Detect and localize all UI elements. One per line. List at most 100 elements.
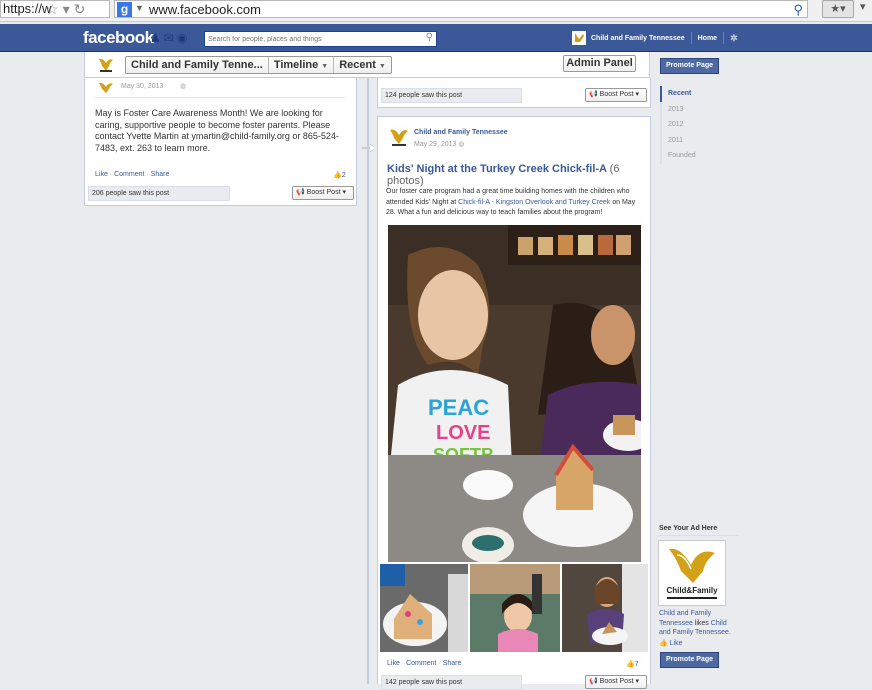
page-header-strip: Child and Family Tenne... Timeline ▼ Rece…	[84, 52, 650, 78]
notifications-icon[interactable]: ◉	[177, 31, 187, 45]
post-date: May 29, 2013 ◍	[414, 140, 464, 148]
admin-panel-button[interactable]: Admin Panel	[563, 55, 636, 72]
album-title: Kids' Night at the Turkey Creek Chick-fi…	[387, 163, 643, 187]
reload-icon[interactable]: ↻	[74, 1, 86, 17]
boost-label: Boost Post	[306, 189, 341, 196]
top-bar-right: Child and Family Tennessee Home ✲	[572, 30, 738, 46]
post-date-text[interactable]: May 29, 2013	[414, 141, 456, 148]
divider	[723, 32, 725, 44]
like-count-value: 7	[634, 661, 639, 668]
divider	[690, 32, 692, 44]
year-founded[interactable]: Founded	[662, 148, 740, 164]
foster-care-post: May 30, 2013 ◍ May is Foster Care Awaren…	[84, 78, 357, 206]
share-link[interactable]: Share	[151, 171, 170, 178]
boost-post-button[interactable]: 📢 Boost Post ▾	[292, 186, 354, 200]
search-icon[interactable]: ⚲	[793, 2, 803, 18]
timeline-spine	[367, 78, 369, 684]
chevron-down-icon: ▼	[378, 63, 386, 70]
chevron-down-icon: ▾	[635, 91, 639, 98]
like-count-value: 2	[341, 172, 346, 179]
comment-link[interactable]: Comment	[406, 660, 436, 667]
address-url[interactable]: www.facebook.com	[149, 1, 261, 18]
page-name-link[interactable]: Child and Family Tennessee	[591, 35, 685, 42]
svg-text:Child&Family: Child&Family	[666, 586, 718, 595]
nav-icons: ☆ ▾ ↻	[46, 1, 89, 18]
like-count[interactable]: 👍2	[333, 171, 346, 179]
ad-likes-text: likes	[692, 619, 711, 627]
boost-post-button[interactable]: 📢 Boost Post ▾	[585, 88, 647, 102]
facebook-logo[interactable]: facebook	[83, 28, 154, 48]
post-author[interactable]: Child and Family Tennessee	[414, 129, 508, 136]
reach-counter[interactable]: 142 people saw this post	[381, 675, 522, 690]
thumbs-up-icon: 👍	[333, 172, 342, 179]
search-input[interactable]	[205, 32, 415, 47]
messages-icon[interactable]: ✉	[164, 31, 174, 45]
boost-label: Boost Post	[599, 91, 634, 98]
promote-page-button[interactable]: Promote Page	[660, 652, 719, 668]
recent-label: Recent	[339, 59, 376, 71]
boost-post-button[interactable]: 📢 Boost Post ▾	[585, 675, 647, 689]
share-link[interactable]: Share	[443, 660, 462, 667]
breadcrumb-page-name[interactable]: Child and Family Tenne...	[126, 57, 269, 73]
svg-text:PEAC: PEAC	[428, 395, 489, 420]
ad-logo-image[interactable]: Child&Family	[658, 540, 726, 606]
gear-icon[interactable]: ✲	[730, 33, 738, 44]
search-icon[interactable]: ⚲	[426, 32, 433, 43]
post-caption: Our foster care program had a great time…	[386, 187, 646, 219]
chevron-down-icon[interactable]: ▼	[135, 3, 144, 13]
globe-icon[interactable]: ◍	[458, 141, 464, 148]
dropdown-icon[interactable]: ▾	[63, 1, 70, 17]
thumbs-up-icon: 👍	[659, 640, 668, 647]
page-thumbnail[interactable]	[572, 31, 586, 45]
year-2013[interactable]: 2013	[662, 102, 740, 118]
comment-link[interactable]: Comment	[114, 171, 144, 178]
friend-requests-icon[interactable]: ♟	[150, 31, 161, 45]
bookmarks-button[interactable]: ★▾	[822, 0, 854, 18]
previous-post-footer: 124 people saw this post 📢 Boost Post ▾	[377, 78, 651, 108]
breadcrumb: Child and Family Tenne... Timeline ▼ Rece…	[125, 56, 392, 74]
ad-heading[interactable]: See Your Ad Here	[659, 525, 717, 532]
divider	[659, 535, 739, 536]
timeline-label: Timeline	[273, 59, 319, 71]
reach-counter[interactable]: 206 people saw this post	[88, 186, 230, 201]
post-text: May is Foster Care Awareness Month! We a…	[95, 108, 339, 154]
chevron-down-icon: ▼	[321, 63, 329, 70]
timeline-connector	[362, 144, 374, 152]
location-link[interactable]: Chick-fil-A - Kingston Overlook and Turk…	[458, 199, 610, 206]
main-photo[interactable]: PEAC LOVE SOFTB	[388, 225, 641, 562]
post-actions: Like · Comment · Share	[387, 660, 462, 667]
photo-thumbnail[interactable]	[562, 564, 648, 652]
promote-page-button[interactable]: Promote Page	[660, 58, 719, 74]
reach-counter[interactable]: 124 people saw this post	[381, 88, 522, 103]
address-bar[interactable]: g ▼ www.facebook.com ⚲	[114, 0, 808, 18]
google-icon: g	[117, 2, 132, 17]
like-link[interactable]: Like	[95, 171, 108, 178]
page-logo[interactable]	[97, 81, 115, 95]
like-link[interactable]: Like	[387, 660, 400, 667]
ad-text: Child and Family Tennessee likes Child a…	[659, 609, 737, 638]
photo-thumbnail[interactable]	[470, 564, 560, 652]
ad-like-link[interactable]: 👍 Like	[659, 639, 683, 647]
like-count[interactable]: 👍7	[626, 660, 639, 668]
year-2011[interactable]: 2011	[662, 133, 740, 149]
megaphone-icon: 📢	[296, 189, 305, 196]
globe-icon[interactable]: ◍	[180, 82, 186, 90]
chevron-down-icon: ▾	[342, 189, 346, 196]
timeline-year-nav: Recent 2013 2012 2011 Founded	[660, 86, 740, 164]
album-title-link[interactable]: Kids' Night at the Turkey Creek Chick-fi…	[387, 163, 607, 175]
facebook-top-bar: facebook ♟✉◉ ⚲ Child and Family Tennesse…	[0, 24, 872, 52]
search-box[interactable]: ⚲	[204, 31, 437, 47]
post-date[interactable]: May 30, 2013	[121, 83, 163, 90]
home-link[interactable]: Home	[698, 35, 717, 42]
chevron-down-icon[interactable]: ▾	[860, 0, 872, 18]
year-recent[interactable]: Recent	[660, 86, 740, 102]
ad-like-label: Like	[669, 640, 683, 647]
timeline-dropdown[interactable]: Timeline ▼	[269, 57, 335, 73]
photo-thumbnail[interactable]	[380, 564, 468, 652]
year-2012[interactable]: 2012	[662, 117, 740, 133]
recent-dropdown[interactable]: Recent ▼	[334, 57, 391, 73]
bookmark-star-icon[interactable]: ☆	[46, 1, 59, 17]
thumbs-up-icon: 👍	[626, 661, 635, 668]
page-logo[interactable]	[97, 56, 115, 74]
page-logo[interactable]	[388, 127, 410, 147]
